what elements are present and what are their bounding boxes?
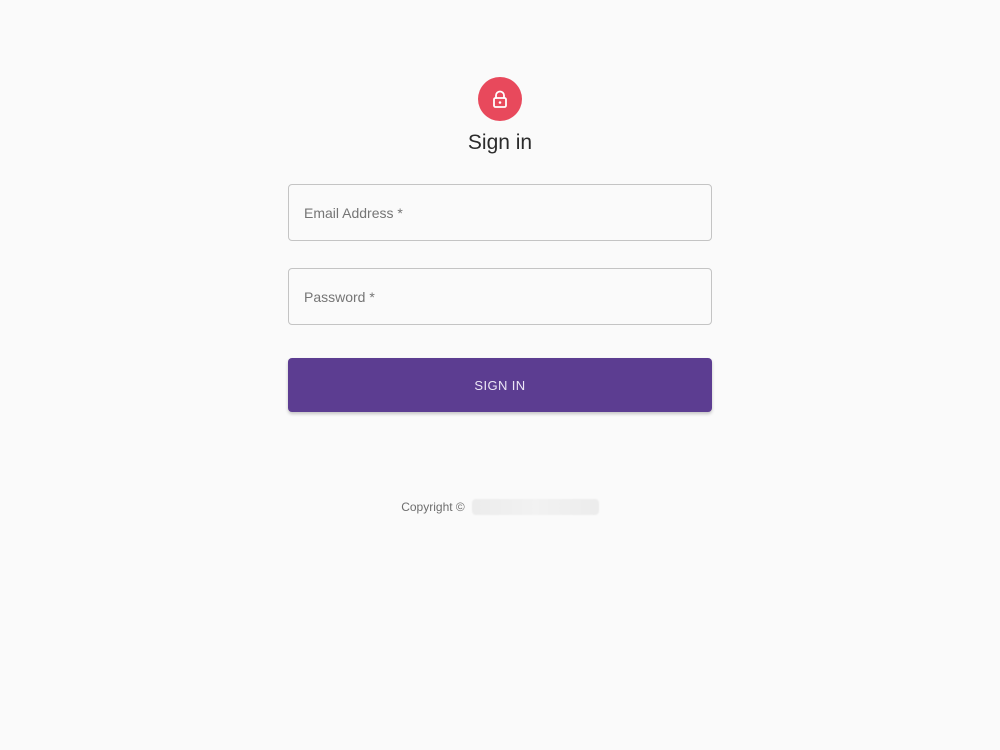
- lock-icon: [492, 90, 508, 108]
- password-field[interactable]: [289, 269, 711, 324]
- password-field-container: [288, 268, 712, 325]
- sign-in-button[interactable]: SIGN IN: [288, 358, 712, 412]
- email-field-container: [288, 184, 712, 241]
- copyright: Copyright ©: [0, 497, 1000, 517]
- copyright-label: Copyright ©: [401, 500, 465, 514]
- redacted-owner-name: [471, 499, 599, 515]
- avatar: [478, 77, 522, 121]
- email-field[interactable]: [289, 185, 711, 240]
- page-title: Sign in: [467, 131, 533, 154]
